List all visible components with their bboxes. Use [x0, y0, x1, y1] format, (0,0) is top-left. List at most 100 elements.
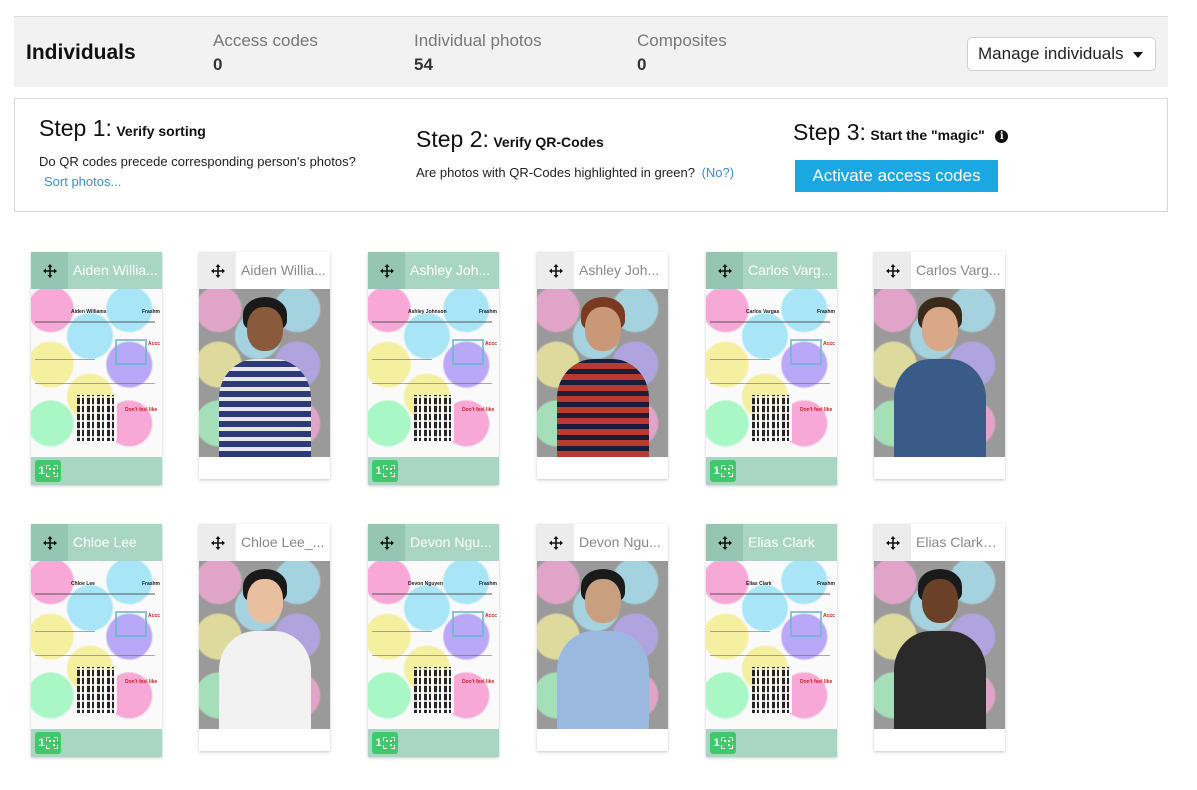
- qr-card[interactable]: Chloe Lee Chloe Lee Frashm Accc Don't fe…: [31, 524, 162, 757]
- drag-handle[interactable]: [31, 524, 68, 561]
- card-name: Devon Ngu...: [579, 534, 661, 550]
- drag-handle[interactable]: [874, 252, 911, 289]
- sheet-divider: [35, 359, 95, 360]
- photo-card[interactable]: Ashley Joh...: [537, 252, 668, 479]
- sheet-label: Accc: [823, 613, 835, 619]
- card-footer: 1: [368, 729, 499, 757]
- qr-sheet-thumbnail[interactable]: Ashley Johnson Frashm Accc Don't feel li…: [368, 289, 499, 457]
- info-icon[interactable]: i: [995, 130, 1009, 143]
- photo-card[interactable]: Carlos Varg...: [874, 252, 1005, 479]
- manage-individuals-button[interactable]: Manage individuals: [967, 37, 1156, 71]
- qr-count: 1: [375, 737, 382, 749]
- sheet-label: Frashm: [141, 309, 160, 315]
- qr-scan-icon: [382, 737, 395, 749]
- qr-card[interactable]: Ashley Joh... Ashley Johnson Frashm Accc…: [368, 252, 499, 485]
- photo-card[interactable]: Devon Ngu...: [537, 524, 668, 751]
- drag-handle[interactable]: [199, 252, 236, 289]
- sheet-divider: [372, 593, 492, 595]
- sheet-label: Don't feel like: [462, 407, 495, 413]
- qr-count: 1: [38, 465, 45, 477]
- qr-count-badge: 1: [35, 732, 61, 754]
- drag-handle[interactable]: [537, 252, 574, 289]
- card-name: Chloe Lee: [73, 534, 137, 550]
- portrait-thumbnail[interactable]: [874, 289, 1005, 457]
- card-name: Chloe Lee_...: [241, 534, 325, 550]
- drag-handle[interactable]: [706, 252, 743, 289]
- portrait-thumbnail[interactable]: [199, 561, 330, 729]
- card-footer: 1: [31, 729, 162, 757]
- sheet-divider: [35, 383, 155, 384]
- stat-label: Composites: [637, 31, 727, 50]
- qr-scan-icon: [382, 465, 395, 477]
- stat-value: 54: [414, 55, 433, 74]
- qr-code-image: [77, 667, 117, 713]
- card-header: Aiden Willia...: [31, 252, 162, 289]
- qr-card[interactable]: Carlos Varg... Carlos Vargas Frashm Accc…: [706, 252, 837, 485]
- card-header: Carlos Varg...: [706, 252, 837, 289]
- portrait-thumbnail[interactable]: [874, 561, 1005, 729]
- qr-scan-icon: [45, 465, 58, 477]
- move-icon: [210, 535, 225, 550]
- portrait-thumbnail[interactable]: [537, 289, 668, 457]
- card-header: Ashley Joh...: [368, 252, 499, 289]
- qr-sheet-thumbnail[interactable]: Devon Nguyen Frashm Accc Don't feel like: [368, 561, 499, 729]
- sheet-divider: [710, 321, 830, 323]
- no-link[interactable]: (No?): [702, 165, 735, 180]
- qr-sheet-thumbnail[interactable]: Carlos Vargas Frashm Accc Don't feel lik…: [706, 289, 837, 457]
- drag-handle[interactable]: [368, 524, 405, 561]
- qr-card[interactable]: Aiden Willia... Aiden Williams Frashm Ac…: [31, 252, 162, 485]
- drag-handle[interactable]: [199, 524, 236, 561]
- card-footer: [537, 729, 668, 751]
- card-header: Elias Clark_...: [874, 524, 1005, 561]
- stat-individual-photos: Individual photos 54: [414, 31, 542, 75]
- card-header: Elias Clark: [706, 524, 837, 561]
- card-header: Devon Ngu...: [368, 524, 499, 561]
- card-footer: [199, 457, 330, 479]
- activate-access-codes-button[interactable]: Activate access codes: [795, 160, 998, 192]
- photo-card[interactable]: Elias Clark_...: [874, 524, 1005, 751]
- sheet-divider: [710, 593, 830, 595]
- qr-card[interactable]: Elias Clark Elias Clark Frashm Accc Don'…: [706, 524, 837, 757]
- card-name: Devon Ngu...: [410, 534, 492, 550]
- drag-handle[interactable]: [31, 252, 68, 289]
- sheet-divider: [710, 359, 770, 360]
- drag-handle[interactable]: [706, 524, 743, 561]
- stat-composites: Composites 0: [637, 31, 727, 75]
- drag-handle[interactable]: [874, 524, 911, 561]
- qr-sheet-thumbnail[interactable]: Chloe Lee Frashm Accc Don't feel like: [31, 561, 162, 729]
- drag-handle[interactable]: [537, 524, 574, 561]
- card-header: Carlos Varg...: [874, 252, 1005, 289]
- drag-handle[interactable]: [368, 252, 405, 289]
- sheet-label: Don't feel like: [462, 679, 495, 685]
- card-header: Chloe Lee_...: [199, 524, 330, 561]
- photo-card[interactable]: Chloe Lee_...: [199, 524, 330, 751]
- move-icon: [379, 535, 394, 550]
- card-name: Aiden Willia...: [241, 262, 326, 278]
- sheet-label: Don't feel like: [800, 679, 833, 685]
- qr-code-image: [752, 667, 792, 713]
- qr-sheet-thumbnail[interactable]: Aiden Williams Frashm Accc Don't feel li…: [31, 289, 162, 457]
- qr-card[interactable]: Devon Ngu... Devon Nguyen Frashm Accc Do…: [368, 524, 499, 757]
- sheet-person-name: Aiden Williams: [71, 309, 107, 315]
- portrait-thumbnail[interactable]: [199, 289, 330, 457]
- portrait-thumbnail[interactable]: [537, 561, 668, 729]
- stat-label: Access codes: [213, 31, 318, 50]
- sheet-divider: [372, 383, 492, 384]
- card-footer: 1: [368, 457, 499, 485]
- card-name: Elias Clark_...: [916, 534, 1002, 550]
- sheet-label: Accc: [148, 613, 160, 619]
- caret-down-icon: [1133, 52, 1143, 58]
- qr-scan-icon: [45, 737, 58, 749]
- sheet-divider: [372, 359, 432, 360]
- card-name: Ashley Joh...: [579, 262, 660, 278]
- move-icon: [548, 263, 563, 278]
- sheet-label: Frashm: [478, 581, 497, 587]
- sheet-label: Frashm: [478, 309, 497, 315]
- sheet-person-name: Elias Clark: [746, 581, 772, 587]
- qr-sheet-thumbnail[interactable]: Elias Clark Frashm Accc Don't feel like: [706, 561, 837, 729]
- card-name: Elias Clark: [748, 534, 815, 550]
- move-icon: [42, 263, 57, 278]
- photo-card[interactable]: Aiden Willia...: [199, 252, 330, 479]
- sort-photos-link[interactable]: Sort photos...: [39, 174, 356, 189]
- sheet-divider: [35, 321, 155, 323]
